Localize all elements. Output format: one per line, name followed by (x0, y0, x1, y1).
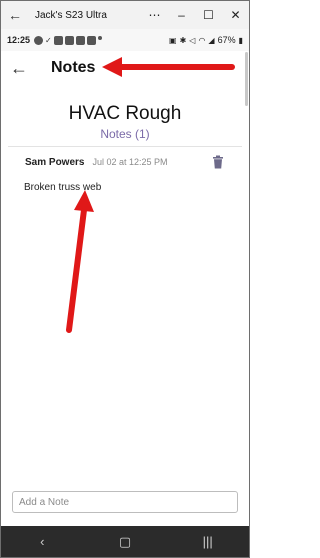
battery-percent: 67% (217, 35, 236, 45)
divider (8, 146, 242, 147)
note-text: Broken truss web (24, 182, 102, 193)
wifi-icon: ◠ (198, 35, 206, 45)
nav-recents-icon[interactable]: ||| (188, 534, 228, 549)
android-nav-bar: ‹ ▢ ||| (1, 526, 249, 557)
note-author: Sam Powers (25, 156, 85, 168)
nav-back-icon[interactable]: ‹ (22, 534, 62, 549)
note-time: Jul 02 at 12:25 PM (92, 157, 168, 167)
window-minimize-icon[interactable]: – (168, 8, 195, 22)
mute-icon: ◁ (189, 35, 196, 45)
notification-icon: ✓ (45, 35, 52, 45)
bluetooth-icon: ✱ (179, 35, 187, 45)
window-close-icon[interactable]: ✕ (222, 8, 249, 22)
notification-icon (53, 35, 63, 45)
window-menu-icon[interactable]: ⋯ (141, 8, 168, 22)
note-header: Sam Powers Jul 02 at 12:25 PM (8, 152, 242, 172)
trash-icon[interactable] (212, 155, 224, 169)
notification-icon (75, 35, 85, 45)
add-note-input[interactable] (12, 491, 238, 513)
signal-icon: ◢ (208, 35, 215, 45)
page-title: Notes (51, 59, 96, 76)
status-bar: 12:25 ✓ ▣ ✱ ◁ ◠ ◢ 67% ▮ (1, 29, 249, 51)
notes-count: Notes (1) (100, 127, 150, 141)
notification-icon (64, 35, 74, 45)
back-arrow-icon[interactable]: ← (1, 58, 37, 79)
notification-icon (86, 35, 96, 45)
notification-icons: ✓ (34, 35, 102, 45)
battery-icon: ▮ (238, 35, 243, 45)
status-time: 12:25 (7, 35, 31, 45)
notification-dot-icon (97, 35, 102, 40)
window-title-bar: ← Jack's S23 Ultra ⋯ – ☐ ✕ (1, 1, 249, 29)
app-header: ← Notes (1, 51, 249, 85)
job-name: HVAC Rough (68, 103, 182, 124)
notification-icon (34, 35, 44, 45)
nav-home-icon[interactable]: ▢ (105, 534, 145, 550)
system-icons: ▣ ✱ ◁ ◠ ◢ 67% ▮ (169, 35, 243, 45)
window-maximize-icon[interactable]: ☐ (195, 8, 222, 22)
window-back-icon[interactable]: ← (1, 7, 29, 23)
window-title: Jack's S23 Ultra (35, 9, 107, 21)
nfc-icon: ▣ (169, 35, 177, 45)
